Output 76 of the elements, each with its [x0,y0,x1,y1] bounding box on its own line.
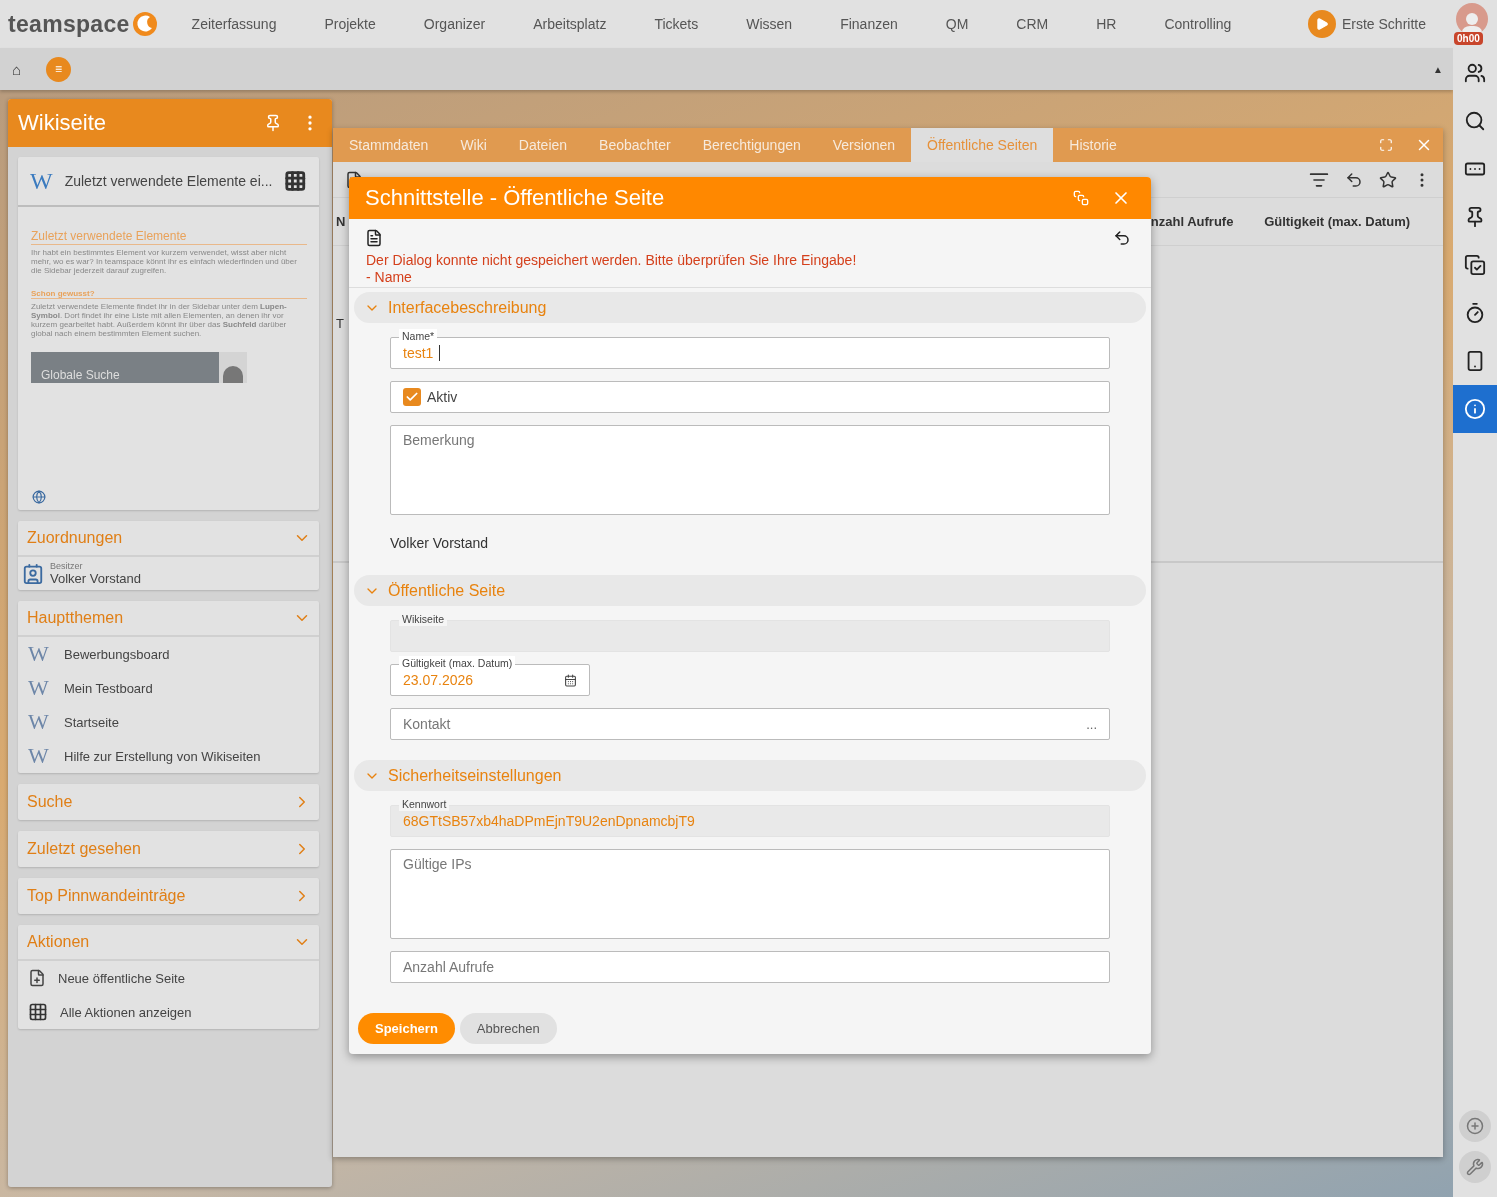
calendar-icon[interactable] [564,673,577,687]
grid-icon[interactable] [284,169,307,193]
logo-swirl-icon [131,11,158,37]
preview-subheading: Schon gewusst? [31,289,307,299]
cancel-button[interactable]: Abbrechen [459,1013,557,1044]
plus-icon [1466,1117,1484,1135]
sidebar-title: Wikiseite [18,110,107,136]
star-icon[interactable] [1379,170,1397,189]
home-link[interactable]: ⌂ [12,60,26,78]
field-label: Kennwort [399,797,450,811]
pin-icon[interactable] [264,114,282,132]
form-icon[interactable] [365,229,383,247]
textarea-field[interactable]: Gültige IPs [390,849,1110,939]
wiki-page-link[interactable]: W Mein Testboard [18,671,319,705]
stopwatch-icon [1464,302,1486,324]
owner-name: Volker Vorstand [50,570,142,586]
check-icon [405,390,419,404]
nav-link[interactable]: Projekte [300,16,400,32]
undo-icon[interactable] [1345,170,1363,189]
error-message: - Name [366,269,413,286]
tour-button[interactable]: Erste Schritte [1307,10,1426,38]
field-label: Wikiseite [399,612,447,626]
nav-link[interactable]: QM [921,16,993,32]
timer-badge: 0h00 [1454,32,1483,45]
owner-caption: Besitzer [50,561,84,571]
checkbox-field[interactable]: Aktiv [390,381,1110,413]
preview-title: Zuletzt verwendete Elemente ei... [64,173,273,189]
wiki-page-link[interactable]: W Hilfe zur Erstellung von Wikiseiten [18,739,319,773]
avatar[interactable] [1456,3,1488,35]
wrench-button[interactable] [1459,1151,1491,1183]
collapse-button[interactable]: ▲ [1433,63,1443,75]
preview-text: Ihr habt ein bestimmtes Element vor kurzem verwendet, wisst aber nicht mehr, wo es war? In teamspace könnt ihr es einfach wiederfinden und über die Sidebar jederzeit darauf zugreifen. [31,248,298,275]
column-header[interactable]: Gültigkeit (max. Datum) [1264,214,1443,229]
action-link[interactable]: Neue öffentliche Seite [18,961,319,995]
textarea-field[interactable]: Bemerkung [390,425,1110,515]
nav-link[interactable]: Controlling [1140,16,1256,32]
preview-text: Zuletzt verwendete Elemente findet ihr in der Sidebar unter dem Lupen-Symbol. Dort findet ihr eine Liste mit allen Elementen, an denen ihr vor kurzem gearbeitet habt. Außerdem könnt ihr über das Suchfeld darüber global nach einem bestimmten Element suchen. [31,302,288,338]
table-cell: T [336,316,344,331]
action-link[interactable]: Alle Aktionen anzeigen [18,995,319,1029]
nav-link[interactable]: Arbeitsplatz [509,16,631,32]
nav-link[interactable]: HR [1072,16,1141,32]
nav-link[interactable]: CRM [992,16,1073,32]
field-label: Name* [399,329,438,343]
grid-icon [28,1002,48,1022]
input-field[interactable]: Anzahl Aufrufe [390,951,1110,983]
nav-link[interactable]: Tickets [630,16,723,32]
checkbox-label: Aktiv [427,389,458,405]
nav-link[interactable]: Finanzen [816,16,922,32]
wiki-logo: W [30,169,53,193]
globe-icon [32,490,46,504]
dialog-title: Schnittstelle - Öffentliche Seite [365,185,666,211]
error-message: Der Dialog konnte nicht gespeichert werden. Bitte überprüfen Sie Ihre Eingabe! [366,252,858,269]
field-label: Gültigkeit (max. Datum) [399,656,516,670]
lookup-field[interactable]: Kontakt ... [390,708,1110,740]
lookup-button[interactable]: ... [1086,716,1097,732]
search-icon [1464,110,1486,132]
checkbox[interactable] [403,388,421,406]
brand-name: teamspace [8,10,130,38]
new-page-icon [28,969,46,987]
contact-card-icon [22,562,44,585]
add-button[interactable] [1459,1110,1491,1142]
users-icon [1464,62,1486,84]
owner-name: Volker Vorstand [390,534,490,553]
checked-cards-icon [1464,254,1486,276]
info-icon [1464,398,1486,420]
play-icon [1314,17,1329,31]
wiki-page-link[interactable]: W Bewerbungsboard [18,637,319,671]
undo-icon[interactable] [1113,229,1131,247]
wrench-icon [1466,1158,1484,1176]
preview-heading: Zuletzt verwendete Elemente [31,229,307,245]
column-header[interactable]: nzahl Aufrufe [1150,214,1265,229]
nav-link[interactable]: Organizer [399,16,510,32]
nav-link[interactable]: Zeiterfassung [167,16,301,32]
wiki-page-link[interactable]: W Startseite [18,705,319,739]
nav-link[interactable]: Wissen [722,16,817,32]
search-preview: Globale Suche [31,352,219,383]
